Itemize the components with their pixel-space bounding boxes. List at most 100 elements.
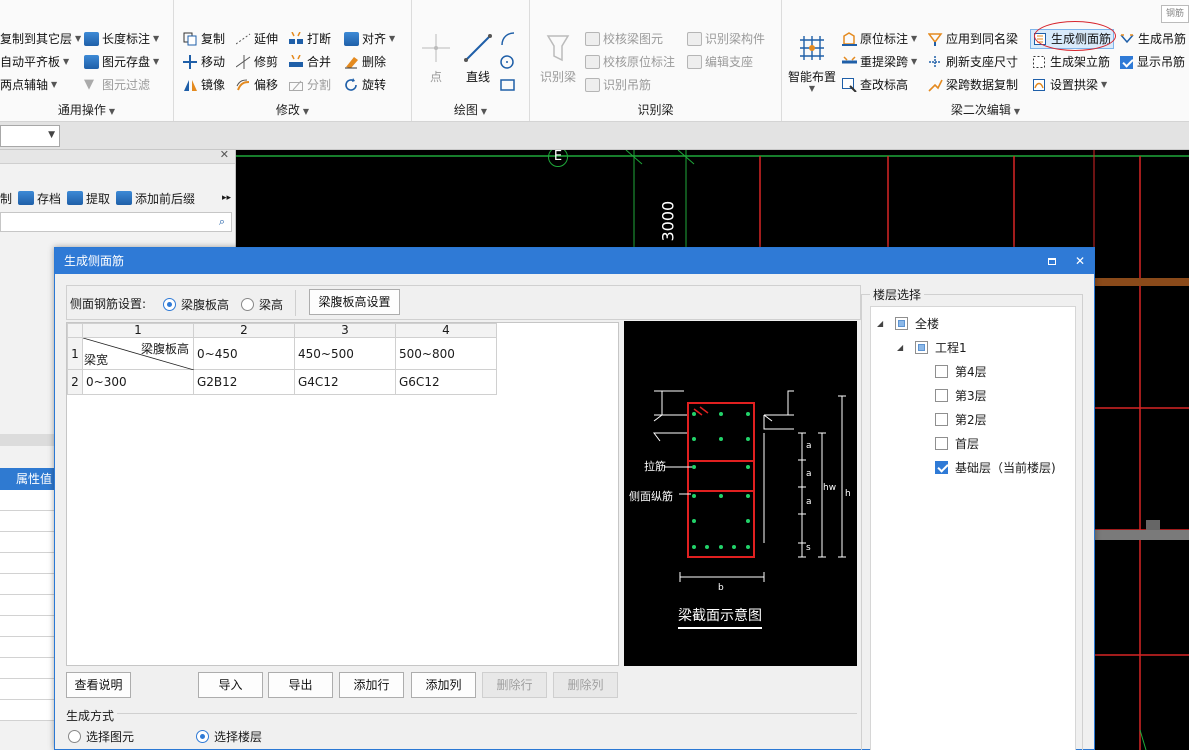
view-help-button[interactable]: 查看说明 bbox=[66, 672, 131, 698]
checkbox-icon[interactable] bbox=[935, 388, 948, 402]
offset-button[interactable]: 偏移 bbox=[236, 75, 278, 95]
table-cell[interactable]: G6C12 bbox=[395, 369, 497, 395]
property-row[interactable] bbox=[0, 511, 56, 532]
re-extract-span-button[interactable]: 重提梁跨 ▼ bbox=[842, 52, 917, 72]
more-icon[interactable]: ▸▸ bbox=[222, 193, 231, 203]
column-header[interactable]: 2 bbox=[193, 323, 295, 338]
rotate-button[interactable]: 旋转 bbox=[344, 75, 386, 95]
table-cell[interactable]: G4C12 bbox=[294, 369, 396, 395]
maximize-button[interactable] bbox=[1038, 248, 1066, 274]
radio-select-floor[interactable]: 选择楼层 bbox=[196, 728, 262, 745]
floor-combo[interactable]: ▼ bbox=[0, 125, 60, 147]
property-row[interactable] bbox=[0, 700, 56, 721]
add-row-button[interactable]: 添加行 bbox=[339, 672, 404, 698]
delete-row-button[interactable]: 删除行 bbox=[482, 672, 547, 698]
recognize-beam-component-button[interactable]: 识别梁构件 bbox=[687, 29, 765, 49]
property-row[interactable] bbox=[0, 658, 56, 679]
property-row[interactable] bbox=[0, 595, 56, 616]
smart-layout-button[interactable]: 智能布置 ▼ bbox=[786, 32, 838, 93]
apply-to-same-name-button[interactable]: 应用到同名梁 bbox=[927, 29, 1018, 49]
line-button[interactable]: 直线 bbox=[462, 32, 494, 85]
radio-web-height[interactable]: 梁腹板高 bbox=[163, 296, 229, 313]
tree-node-floor[interactable]: 首层 bbox=[935, 434, 979, 452]
radio-select-element[interactable]: 选择图元 bbox=[68, 728, 134, 745]
delete-column-button[interactable]: 删除列 bbox=[553, 672, 618, 698]
import-button[interactable]: 导入 bbox=[198, 672, 263, 698]
row-header[interactable]: 1 bbox=[67, 337, 83, 370]
edit-support-button[interactable]: 编辑支座 bbox=[687, 52, 753, 72]
recognize-beam-button[interactable]: 识别梁 bbox=[538, 32, 578, 85]
group-label-secondary[interactable]: 梁二次编辑 ▼ bbox=[782, 101, 1189, 118]
table-cell[interactable]: G2B12 bbox=[193, 369, 295, 395]
move-button[interactable]: 移动 bbox=[183, 52, 225, 72]
radio-beam-height[interactable]: 梁高 bbox=[241, 296, 283, 313]
export-button[interactable]: 导出 bbox=[268, 672, 333, 698]
auto-align-slab-button[interactable]: 自动平齐板 ▼ bbox=[0, 52, 69, 72]
table-cell[interactable]: 450~500 bbox=[294, 337, 396, 370]
add-column-button[interactable]: 添加列 bbox=[411, 672, 476, 698]
generate-erection-rebar-button[interactable]: 生成架立筋 bbox=[1032, 52, 1110, 72]
mirror-button[interactable]: 镜像 bbox=[183, 75, 225, 95]
tree-node-floor-current[interactable]: 基础层（当前楼层) bbox=[935, 458, 1056, 476]
table-cell[interactable]: 500~800 bbox=[395, 337, 497, 370]
extend-button[interactable]: 延伸 bbox=[235, 29, 278, 49]
table-cell[interactable]: 0~300 bbox=[82, 369, 194, 395]
property-row[interactable] bbox=[0, 532, 56, 553]
length-annotation-button[interactable]: 长度标注 ▼ bbox=[84, 29, 159, 49]
row-header[interactable]: 2 bbox=[67, 369, 83, 395]
tree-node-all[interactable]: ◢ 全楼 bbox=[877, 314, 939, 332]
span-data-copy-button[interactable]: 梁跨数据复制 bbox=[928, 75, 1018, 95]
merge-button[interactable]: 合并 bbox=[289, 52, 331, 72]
panel-tool-0[interactable]: 制 bbox=[0, 190, 12, 207]
generate-hanger-button[interactable]: 生成吊筋 bbox=[1120, 29, 1186, 49]
panel-tool-archive[interactable]: 存档 bbox=[18, 190, 61, 207]
tree-node-floor[interactable]: 第4层 bbox=[935, 362, 987, 380]
property-row[interactable] bbox=[0, 616, 56, 637]
two-point-axis-button[interactable]: 两点辅轴 ▼ bbox=[0, 75, 57, 95]
checkbox-partial-icon[interactable] bbox=[895, 316, 908, 330]
checkbox-partial-icon[interactable] bbox=[915, 340, 928, 354]
inplace-annotation-button[interactable]: 原位标注 ▼ bbox=[842, 29, 917, 49]
tree-node-floor[interactable]: 第3层 bbox=[935, 386, 987, 404]
set-arch-beam-button[interactable]: 设置拱梁 ▼ bbox=[1032, 75, 1107, 95]
circle-button[interactable] bbox=[500, 52, 518, 72]
rectangle-button[interactable] bbox=[500, 75, 518, 95]
property-row[interactable] bbox=[0, 574, 56, 595]
point-button[interactable]: 点 bbox=[420, 32, 452, 85]
checkbox-icon[interactable] bbox=[935, 412, 948, 426]
tree-node-project[interactable]: ◢ 工程1 bbox=[897, 338, 967, 356]
edit-elevation-button[interactable]: 查改标高 bbox=[842, 75, 908, 95]
check-inplace-annotation-button[interactable]: 校核原位标注 bbox=[585, 52, 675, 72]
property-row[interactable] bbox=[0, 553, 56, 574]
column-header[interactable]: 4 bbox=[395, 323, 497, 338]
group-label-general[interactable]: 通用操作 ▼ bbox=[0, 101, 173, 118]
column-header[interactable]: 3 bbox=[294, 323, 396, 338]
diagonal-header-cell[interactable]: 梁腹板高 梁宽 bbox=[82, 337, 194, 370]
checkbox-icon[interactable] bbox=[935, 436, 948, 450]
group-label-draw[interactable]: 绘图 ▼ bbox=[412, 101, 529, 118]
trim-button[interactable]: 修剪 bbox=[235, 52, 278, 72]
split-button[interactable]: 分割 bbox=[289, 75, 331, 95]
close-button[interactable]: ✕ bbox=[1066, 248, 1094, 274]
tree-node-floor[interactable]: 第2层 bbox=[935, 410, 987, 428]
arc-button[interactable] bbox=[500, 29, 518, 49]
delete-button[interactable]: 删除 bbox=[344, 52, 386, 72]
property-row[interactable] bbox=[0, 637, 56, 658]
column-header[interactable]: 1 bbox=[82, 323, 194, 338]
show-hanger-checkbox[interactable]: 显示吊筋 bbox=[1120, 52, 1185, 72]
element-save-button[interactable]: 图元存盘 ▼ bbox=[84, 52, 159, 72]
checkbox-icon[interactable] bbox=[935, 364, 948, 378]
panel-tool-prefix[interactable]: 添加前后缀 bbox=[116, 190, 195, 207]
checkbox-checked-icon[interactable] bbox=[935, 460, 948, 474]
group-label-modify[interactable]: 修改 ▼ bbox=[174, 101, 411, 118]
close-icon[interactable]: ✕ bbox=[220, 148, 229, 161]
web-height-settings-button[interactable]: 梁腹板高设置 bbox=[309, 289, 400, 315]
collapse-arrow-icon[interactable]: ◢ bbox=[897, 343, 907, 352]
check-beam-element-button[interactable]: 校核梁图元 bbox=[585, 29, 663, 49]
refresh-support-size-button[interactable]: 刷新支座尺寸 bbox=[928, 52, 1018, 72]
table-cell[interactable]: 0~450 bbox=[193, 337, 295, 370]
panel-search-input[interactable]: ⌕ bbox=[0, 212, 232, 232]
align-button[interactable]: 对齐 ▼ bbox=[344, 29, 395, 49]
panel-tool-extract[interactable]: 提取 bbox=[67, 190, 110, 207]
collapse-arrow-icon[interactable]: ◢ bbox=[877, 319, 887, 328]
